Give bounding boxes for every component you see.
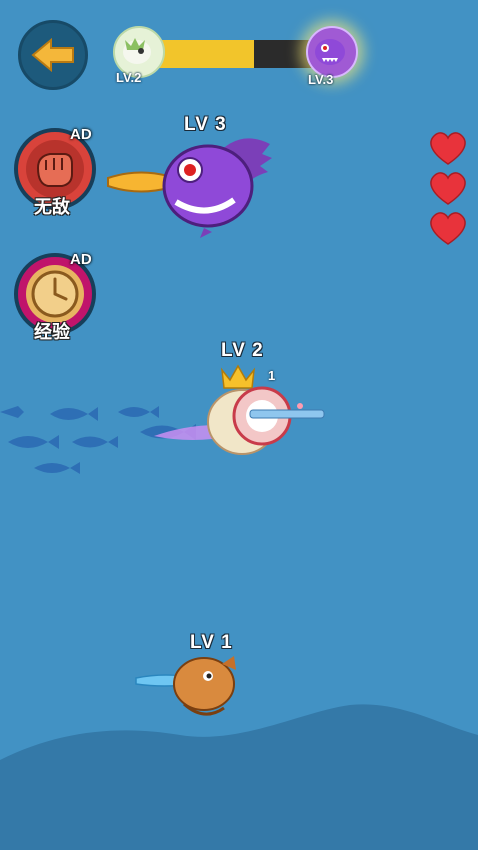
- back-arrow-icon: [31, 38, 74, 72]
- heart-icon: [430, 212, 466, 245]
- back-button[interactable]: [18, 20, 88, 90]
- heart-icon: [430, 172, 466, 205]
- white-fish-icon: [123, 38, 151, 64]
- experience-label: 经验: [34, 322, 70, 342]
- enemy-orange-fish: [135, 656, 236, 716]
- player-level-label: LV 2: [221, 340, 264, 361]
- fist-icon: [36, 153, 73, 187]
- heart-icon: [430, 132, 466, 165]
- invincible-label: 无敌: [34, 197, 70, 217]
- clock-icon: [31, 270, 79, 318]
- purple-fish-icon: [315, 39, 345, 65]
- enemy-purple-fish: [107, 138, 272, 238]
- next-level-label: LV.3: [308, 72, 334, 87]
- experience-ad-badge: AD: [70, 251, 92, 268]
- invincible-ad-badge: AD: [70, 126, 92, 143]
- player-fish: [154, 364, 325, 455]
- current-level-label: LV.2: [116, 70, 142, 85]
- next-level-avatar: [306, 26, 358, 78]
